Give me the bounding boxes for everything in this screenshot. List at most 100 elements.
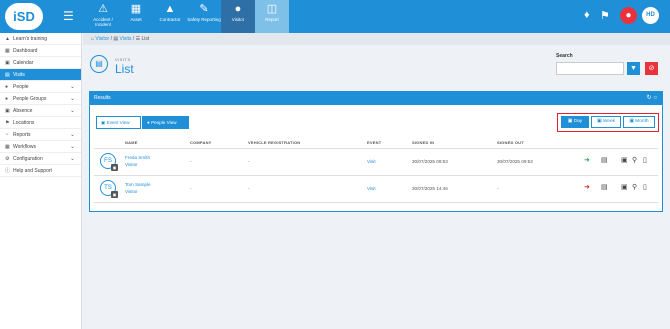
details-icon[interactable]: ▯ [643, 183, 647, 191]
table-divider [94, 148, 658, 149]
people-icon: ● [5, 84, 9, 90]
signed-in-cell: 30/07/2025 14:46 [412, 186, 448, 191]
id-card-icon[interactable]: ▤ [601, 183, 608, 191]
hardhat-icon: ▲ [164, 3, 176, 15]
search-label: Search [556, 53, 573, 59]
visits-icon: ▤ [5, 72, 10, 78]
row-divider [94, 175, 658, 176]
cubes-icon: ▦ [130, 3, 142, 15]
breadcrumb-current: List [141, 36, 150, 42]
location-icon: ⚑ [5, 120, 10, 126]
sidebar-item-locations[interactable]: ⚑ Locations [0, 117, 81, 129]
bell-icon[interactable]: ♦ [584, 9, 590, 21]
database-icon: ◫ [266, 3, 278, 15]
event-link[interactable]: Visit [367, 186, 376, 191]
sidebar-item-absence[interactable]: ▣ Absence ⌄ [0, 105, 81, 117]
visitor-type: Visitor [125, 189, 138, 194]
nav-accident-incident[interactable]: ⚠ Accident / Incident [86, 0, 120, 33]
company-cell: - [190, 159, 192, 164]
signed-out-cell: - [497, 186, 499, 191]
sidebar-item-people-groups[interactable]: ● People Groups ⌄ [0, 93, 81, 105]
breadcrumb-visitor[interactable]: Visitor [95, 36, 109, 42]
groups-icon: ● [5, 96, 9, 102]
clipboard-icon: ✎ [199, 3, 209, 15]
sidebar-item-visits[interactable]: ▤ Visits [0, 69, 81, 81]
refresh-icon[interactable]: ↻ [647, 95, 652, 101]
search-icon[interactable]: ⚲ [632, 156, 637, 164]
calendar-icon: ▣ [567, 119, 573, 124]
clear-filter-button[interactable]: ⊘ [645, 62, 658, 75]
calendar-icon: ▣ [5, 60, 10, 66]
nav-safety-reporting[interactable]: ✎ Safety Reporting [187, 0, 221, 33]
emergency-icon[interactable]: ● [620, 7, 637, 24]
people-view-button[interactable]: ● People View [142, 116, 189, 129]
page-icon: ▤ [90, 55, 108, 73]
sidebar-item-help-and-support[interactable]: ⓘ Help and Support [0, 165, 81, 177]
dashboard-icon: ▦ [5, 48, 10, 54]
sidebar-item-people[interactable]: ● People ⌄ [0, 81, 81, 93]
chevron-down-icon: ⌄ [69, 96, 75, 102]
list-icon: ☰ [135, 36, 141, 42]
details-icon[interactable]: ▯ [643, 156, 647, 164]
nav-asset[interactable]: ▦ Asset [119, 0, 153, 33]
graduation-icon: ▲ [5, 36, 10, 42]
top-bar: iSD ☰ ⚠ Accident / Incident ▦ Asset ▲ Co… [0, 0, 670, 33]
event-view-button[interactable]: ▣ Event View [96, 116, 141, 129]
column-header-signed-in[interactable]: SIGNED IN [412, 140, 434, 145]
calendar-icon[interactable]: ▣ [621, 183, 628, 191]
breadcrumb: ⌂ Visitor / ▤ Visits / ☰ List [83, 33, 670, 45]
column-header-event[interactable]: EVENT [367, 140, 381, 145]
sidebar-item-configuration[interactable]: ⚙ Configuration ⌄ [0, 153, 81, 165]
avatar: TS ▣ [100, 180, 118, 198]
sidebar-item-dashboard[interactable]: ▦ Dashboard [0, 45, 81, 57]
filter-button[interactable]: ▼ [627, 62, 640, 75]
app-logo[interactable]: iSD [5, 3, 43, 30]
badge-icon: ▣ [111, 164, 118, 171]
nav-report[interactable]: ◫ Report [255, 0, 289, 33]
nav-contractor[interactable]: ▲ Contractor [153, 0, 187, 33]
sign-out-icon[interactable]: ➜ [584, 183, 590, 191]
chevron-down-icon: ⌄ [69, 144, 75, 150]
sidebar-item-reports[interactable]: ◔ Reports ⌄ [0, 129, 81, 141]
config-icon: ⚙ [5, 156, 10, 162]
id-card-icon[interactable]: ▤ [601, 156, 608, 164]
column-header-company[interactable]: COMPANY [190, 140, 212, 145]
column-header-signed-out[interactable]: SIGNED OUT [497, 140, 524, 145]
nav-visitor[interactable]: ● Visitor [221, 0, 255, 33]
day-button[interactable]: ▣ Day [561, 116, 589, 128]
clear-icon: ⊘ [648, 65, 655, 72]
sidebar-item-workflows[interactable]: ▦ Workflows ⌄ [0, 141, 81, 153]
menu-icon[interactable]: ☰ [63, 9, 74, 23]
chevron-down-icon: ⌄ [69, 132, 75, 138]
column-header-name[interactable]: NAME [125, 140, 138, 145]
signed-out-cell: 30/07/2025 09:53 [497, 159, 533, 164]
month-button[interactable]: ▣ Month [623, 116, 655, 128]
column-header-vehicle-registration[interactable]: VEHICLE REGISTRATION [248, 140, 300, 145]
calendar-icon[interactable]: ▣ [621, 156, 628, 164]
breadcrumb-visits[interactable]: Visits [120, 36, 132, 42]
sign-in-icon[interactable]: ➜ [584, 156, 590, 164]
week-button[interactable]: ▣ Week [591, 116, 621, 128]
flag-us-icon[interactable]: ⚑ [600, 9, 610, 22]
page-title: List [115, 62, 134, 76]
search-icon[interactable]: ⚲ [632, 183, 637, 191]
results-title: Results [94, 95, 111, 101]
visitor-name-link[interactable]: Freda Smith [125, 155, 150, 160]
search-input[interactable] [556, 62, 624, 75]
user-avatar[interactable]: HD [642, 7, 659, 24]
calendar-icon: ▣ [596, 119, 602, 124]
sidebar-item-learns-training[interactable]: ▲ Learn's training [0, 33, 81, 45]
user-icon: ● [147, 120, 150, 125]
help-icon: ⓘ [5, 168, 11, 174]
results-header: Results ↻ ○ [90, 92, 662, 105]
results-panel: Results ↻ ○ [89, 91, 663, 212]
visitor-name-link[interactable]: Tom Sample [125, 182, 151, 187]
sidebar-item-calendar[interactable]: ▣ Calendar [0, 57, 81, 69]
chevron-down-icon: ⌄ [69, 108, 75, 114]
event-link[interactable]: Visit [367, 159, 376, 164]
home-icon: ⌂ [91, 36, 95, 42]
chevron-down-icon: ⌄ [69, 156, 75, 162]
signed-in-cell: 30/07/2025 09:53 [412, 159, 448, 164]
visits-icon: ▤ [113, 36, 119, 42]
collapse-icon[interactable]: ○ [653, 95, 657, 101]
